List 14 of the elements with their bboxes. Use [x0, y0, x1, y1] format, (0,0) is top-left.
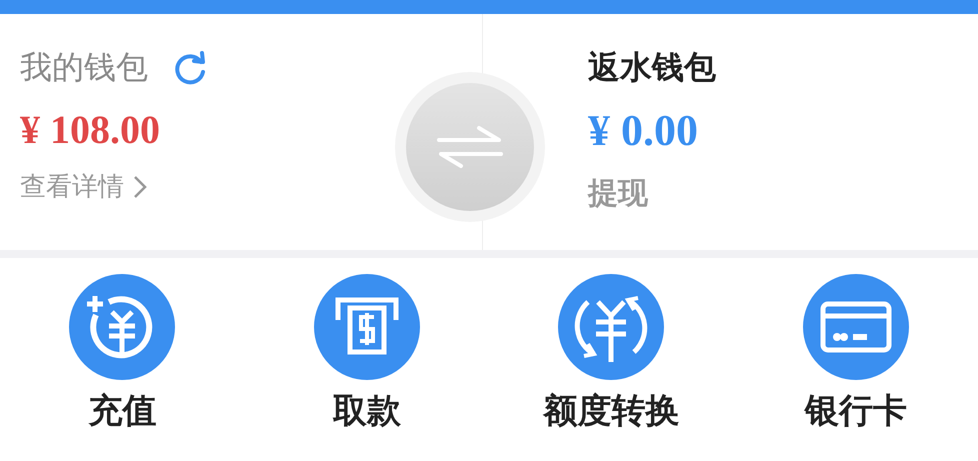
exchange-icon [558, 274, 664, 380]
action-label[interactable]: 取款 [332, 394, 401, 428]
wallet-title: 我的钱包 [20, 50, 148, 86]
refresh-icon[interactable] [172, 50, 208, 86]
deposit-icon [69, 274, 176, 380]
action-label[interactable]: 额度转换 [543, 394, 680, 428]
rebate-balance: ¥ 0.00 [588, 109, 698, 154]
bank-card-icon [802, 274, 909, 380]
action-label[interactable]: 银行卡 [804, 394, 907, 428]
wallet-title: 返水钱包 [588, 50, 716, 86]
chevron-right-icon [132, 174, 148, 200]
wallet-balance: ¥ 108.00 [20, 110, 160, 150]
atm-cash-icon [314, 274, 420, 380]
action-label[interactable]: 充值 [88, 394, 156, 428]
